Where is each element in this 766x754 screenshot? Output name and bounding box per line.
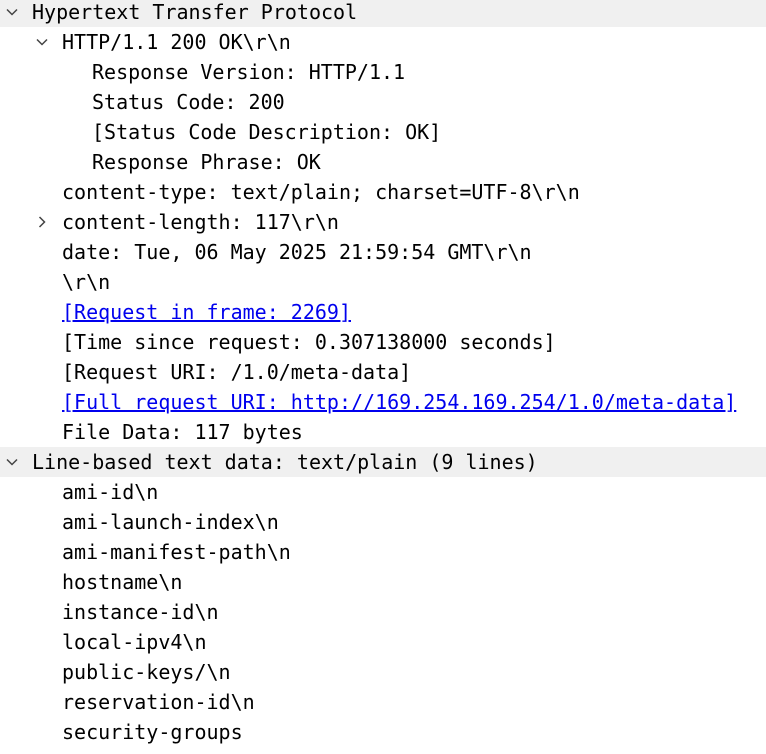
tree-row[interactable]: HTTP/1.1 200 OK\r\n — [0, 27, 766, 57]
tree-section-row[interactable]: Line-based text data: text/plain (9 line… — [0, 447, 766, 477]
tree-row[interactable]: instance-id\n — [0, 597, 766, 627]
tree-section-row[interactable]: Hypertext Transfer Protocol — [0, 0, 766, 27]
tree-row[interactable]: ami-launch-index\n — [0, 507, 766, 537]
tree-row-label: reservation-id\n — [62, 690, 255, 714]
chevron-down-icon[interactable] — [4, 447, 20, 477]
tree-row-label: public-keys/\n — [62, 660, 231, 684]
tree-row-label: hostname\n — [62, 570, 183, 594]
tree-row[interactable]: \r\n — [0, 267, 766, 297]
tree-row[interactable]: content-type: text/plain; charset=UTF-8\… — [0, 177, 766, 207]
tree-row-link[interactable]: [Full request URI: http://169.254.169.25… — [62, 387, 736, 417]
tree-row-label: [Status Code Description: OK] — [92, 120, 442, 144]
tree-row[interactable]: public-keys/\n — [0, 657, 766, 687]
tree-row-label: date: Tue, 06 May 2025 21:59:54 GMT\r\n — [62, 240, 532, 264]
tree-row-label: instance-id\n — [62, 600, 219, 624]
tree-row[interactable]: [Request in frame: 2269] — [0, 297, 766, 327]
tree-row-label: HTTP/1.1 200 OK\r\n — [62, 30, 291, 54]
tree-row[interactable]: Status Code: 200 — [0, 87, 766, 117]
tree-row-label: Response Version: HTTP/1.1 — [92, 60, 406, 84]
tree-row[interactable]: File Data: 117 bytes — [0, 417, 766, 447]
tree-row-label: content-type: text/plain; charset=UTF-8\… — [62, 180, 580, 204]
packet-details-tree: Hypertext Transfer Protocol HTTP/1.1 200 … — [0, 0, 766, 754]
tree-row[interactable]: content-length: 117\r\n — [0, 207, 766, 237]
tree-row[interactable]: Response Version: HTTP/1.1 — [0, 57, 766, 87]
tree-row-label: security-groups — [62, 720, 243, 744]
chevron-right-icon[interactable] — [34, 207, 50, 237]
tree-row[interactable]: ami-id\n — [0, 477, 766, 507]
chevron-down-icon[interactable] — [34, 27, 50, 57]
tree-row-link[interactable]: [Request in frame: 2269] — [62, 297, 351, 327]
tree-row[interactable]: local-ipv4\n — [0, 627, 766, 657]
tree-row-label: Line-based text data: text/plain (9 line… — [32, 450, 538, 474]
tree-row-label: [Request URI: /1.0/meta-data] — [62, 360, 412, 384]
tree-row-label: File Data: 117 bytes — [62, 420, 303, 444]
tree-row-label: Status Code: 200 — [92, 90, 285, 114]
tree-row-label: ami-id\n — [62, 480, 159, 504]
tree-row[interactable]: security-groups — [0, 717, 766, 747]
tree-row-label: \r\n — [62, 270, 111, 294]
tree-row-label: Hypertext Transfer Protocol — [32, 0, 358, 24]
tree-row[interactable]: [Status Code Description: OK] — [0, 117, 766, 147]
tree-row-label: ami-launch-index\n — [62, 510, 279, 534]
tree-row[interactable]: hostname\n — [0, 567, 766, 597]
tree-row-label: content-length: 117\r\n — [62, 210, 339, 234]
tree-row[interactable]: ami-manifest-path\n — [0, 537, 766, 567]
tree-row-label: local-ipv4\n — [62, 630, 207, 654]
tree-row[interactable]: date: Tue, 06 May 2025 21:59:54 GMT\r\n — [0, 237, 766, 267]
tree-row[interactable]: reservation-id\n — [0, 687, 766, 717]
tree-row-label: Response Phrase: OK — [92, 150, 321, 174]
chevron-down-icon[interactable] — [4, 0, 20, 27]
tree-row[interactable]: [Request URI: /1.0/meta-data] — [0, 357, 766, 387]
tree-row-label: ami-manifest-path\n — [62, 540, 291, 564]
tree-row[interactable]: [Full request URI: http://169.254.169.25… — [0, 387, 766, 417]
tree-row[interactable]: [Time since request: 0.307138000 seconds… — [0, 327, 766, 357]
tree-row[interactable]: Response Phrase: OK — [0, 147, 766, 177]
tree-row-label: [Time since request: 0.307138000 seconds… — [62, 330, 556, 354]
